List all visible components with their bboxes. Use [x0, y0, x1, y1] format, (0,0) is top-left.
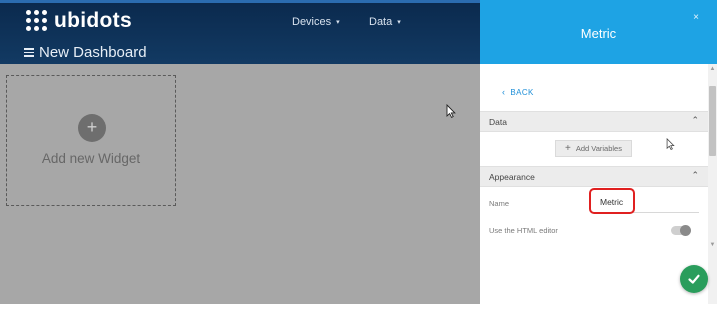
back-button[interactable]: ‹ BACK — [502, 87, 534, 97]
dashboard-canvas: + Add new Widget — [0, 64, 480, 304]
caret-down-icon: ▾ — [397, 19, 401, 26]
brand-name: ubidots — [54, 9, 132, 32]
add-widget-label: Add new Widget — [41, 151, 141, 166]
nav-data-label: Data — [369, 16, 393, 28]
html-editor-label: Use the HTML editor — [489, 226, 558, 235]
name-input-highlight — [589, 188, 635, 214]
close-icon[interactable]: × — [693, 12, 699, 23]
section-data-header[interactable]: Data ⌃ — [480, 111, 708, 132]
name-field-label: Name — [489, 199, 510, 208]
bottom-strip — [0, 304, 717, 309]
chevron-left-icon: ‹ — [502, 87, 506, 97]
add-variables-label: Add Variables — [575, 144, 622, 153]
top-navigation-bar: ubidots Devices ▾ Data ▾ New Dashboard — [0, 0, 480, 64]
section-appearance-header[interactable]: Appearance ⌃ — [480, 166, 708, 187]
panel-header: Metric × — [480, 0, 717, 64]
nav-data-menu[interactable]: Data ▾ — [369, 16, 401, 28]
chevron-up-icon: ⌃ — [691, 115, 699, 125]
add-widget-placeholder[interactable]: + Add new Widget — [6, 75, 176, 206]
hamburger-icon — [24, 46, 34, 59]
save-button[interactable] — [680, 265, 708, 293]
panel-title: Metric — [580, 26, 617, 41]
scroll-up-icon[interactable]: ▲ — [709, 66, 716, 72]
dashboard-title: New Dashboard — [39, 44, 147, 61]
scroll-down-icon[interactable]: ▼ — [709, 242, 716, 248]
caret-down-icon: ▾ — [336, 19, 340, 26]
add-variables-button[interactable]: + Add Variables — [555, 140, 632, 157]
toggle-knob — [680, 225, 691, 236]
check-icon — [688, 274, 700, 284]
dashboard-selector[interactable]: New Dashboard — [24, 44, 147, 61]
ubidots-logo[interactable]: ubidots — [26, 9, 132, 33]
plus-icon: + — [78, 114, 106, 142]
mouse-pointer-icon — [446, 104, 456, 118]
plus-icon: + — [565, 143, 571, 154]
section-data-label: Data — [489, 117, 507, 127]
ubidots-logo-icon — [26, 10, 48, 32]
html-editor-toggle[interactable] — [671, 225, 691, 236]
section-appearance-label: Appearance — [489, 172, 535, 182]
widget-settings-panel: Metric × ‹ BACK Data ⌃ + Add Variables A… — [480, 0, 717, 304]
scrollbar-thumb[interactable] — [709, 86, 716, 156]
chevron-up-icon: ⌃ — [691, 170, 699, 180]
back-label: BACK — [510, 87, 534, 97]
panel-scrollbar[interactable]: ▲ ▼ — [708, 64, 717, 304]
panel-body: ‹ BACK Data ⌃ + Add Variables Appearance… — [480, 64, 708, 304]
nav-devices-menu[interactable]: Devices ▾ — [292, 16, 340, 28]
nav-devices-label: Devices — [292, 16, 332, 28]
mouse-pointer-icon — [666, 138, 675, 150]
